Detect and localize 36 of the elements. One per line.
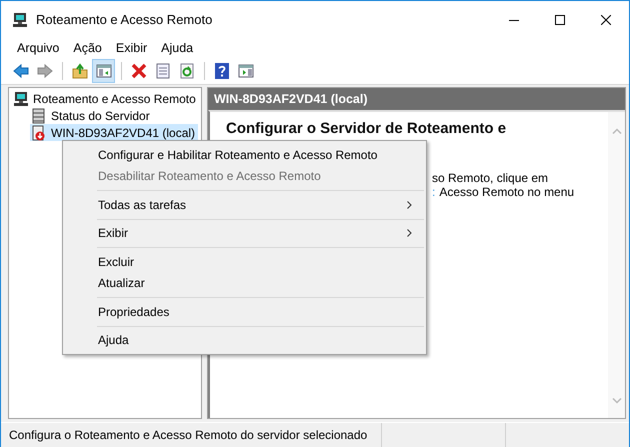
pane-icon <box>238 63 254 79</box>
menu-item[interactable]: Arquivo <box>10 41 66 55</box>
menu-item[interactable]: Ação <box>66 41 109 55</box>
close-icon <box>601 14 611 24</box>
tree-item[interactable]: Status do Servidor <box>30 107 153 124</box>
window-title: Roteamento e Acesso Remoto <box>36 12 214 27</box>
menu-item[interactable]: Todas as tarefas <box>65 194 424 216</box>
refresh-icon <box>178 63 194 79</box>
page-heading: Configurar o Servidor de Roteamento e <box>226 120 508 138</box>
maximize-icon <box>555 14 565 24</box>
help-icon <box>214 63 230 79</box>
toolbar-button[interactable] <box>92 59 115 83</box>
delete-icon <box>130 63 146 79</box>
back-arrow-icon <box>12 63 28 79</box>
menu-item[interactable]: Configurar e Habilitar Roteamento e Acesso Remoto <box>65 144 424 166</box>
menu-item[interactable]: Ajuda <box>154 41 200 55</box>
pane-icon <box>96 63 112 79</box>
body-text: Acesso Remoto no menu <box>439 185 574 199</box>
forward-arrow-icon <box>36 63 52 79</box>
server-icon <box>31 108 47 124</box>
tree-item[interactable]: Roteamento e Acesso Remoto <box>12 90 199 107</box>
status-text: Configura o Roteamento e Acesso Remoto do servidor selecionado <box>8 428 368 442</box>
tree-item[interactable]: WIN-8D93AF2VD41 (local) <box>30 124 198 141</box>
server-icon <box>31 124 47 140</box>
menu-item[interactable]: Propriedades <box>65 301 424 323</box>
computer-icon <box>13 90 29 106</box>
computer-icon <box>12 12 28 28</box>
properties-icon <box>154 63 170 79</box>
menu-item[interactable]: Atualizar <box>65 272 424 294</box>
menu-item[interactable]: Excluir <box>65 251 424 273</box>
menu-item[interactable]: Exibir <box>108 41 154 55</box>
pane-header: WIN-8D93AF2VD41 (local) <box>208 88 625 110</box>
menu-item[interactable]: Ajuda <box>65 330 424 352</box>
body-text: so Remoto, clique em <box>432 171 548 185</box>
menu-item[interactable]: Exibir <box>65 222 424 244</box>
folder-up-icon <box>72 63 88 79</box>
